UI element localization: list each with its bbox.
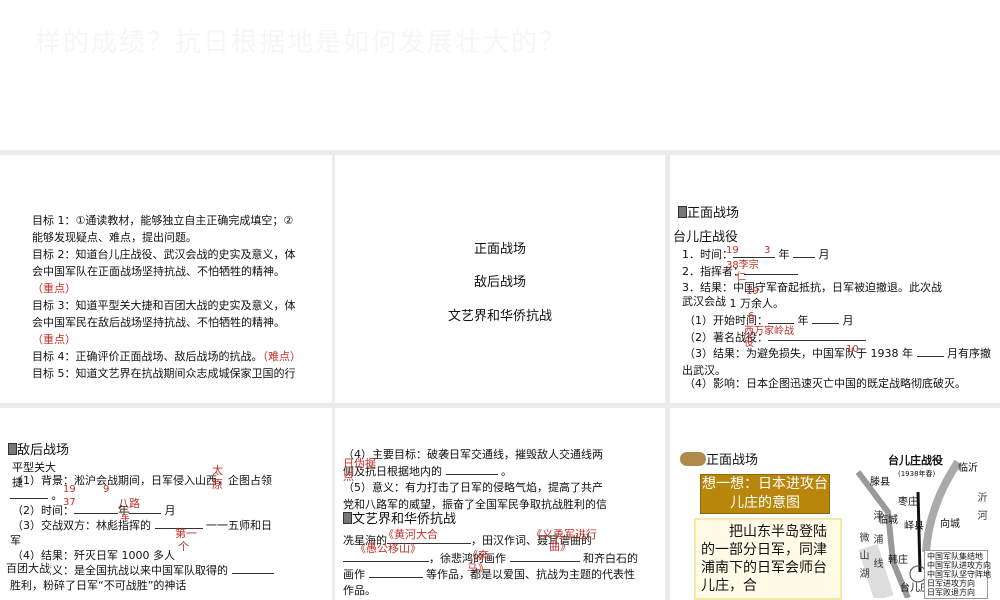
- answer: 个: [178, 540, 189, 553]
- arts-line-4: 作品。: [343, 584, 376, 597]
- map-label-river: 沂河: [975, 492, 986, 528]
- goal-5: 目标 5：知道文艺界在抗战期间众志成城保家卫国的行: [32, 367, 296, 380]
- arts-line-2: ，徐悲鸿的画作 和齐白石的: [343, 550, 638, 567]
- bullet-icon: [343, 512, 352, 524]
- slide-taierzhuang-map[interactable]: 正面战场 想一想：日本进攻台儿庄的意图 把山东半岛登陆的一部分日军，同津浦南下的…: [670, 408, 1000, 600]
- think-box: 想一想：日本进攻台儿庄的意图: [700, 474, 830, 514]
- meaning-line: （5）意义：有力打击了日军的侵略气焰，提高了共产: [343, 481, 603, 494]
- legend-item: 中国军队进攻方向: [927, 561, 991, 570]
- goal-4-text: 目标 4：正确评价正面战场、敌后战场的抗战。: [32, 350, 263, 363]
- wuhan-result: （3）结果：为避免损失，中国军队于 1938 年 月有序撤: [684, 347, 991, 360]
- target-line: （4）主要目标：破袭日军交通线，摧毁敌人交通线两: [343, 448, 603, 461]
- battle-map: 台儿庄战役 (1938年春) 临沂 滕县 枣庄 临城 峄县 向城 韩庄 台儿庄 …: [848, 452, 991, 600]
- battle-title-wuhan: 武汉会战: [682, 293, 726, 310]
- legend-item: 日军败退方向: [927, 588, 975, 597]
- section-heading: 正面战场: [680, 452, 758, 469]
- meaning-line-2: 胜利，粉碎了日军“不可战胜”的神话: [10, 579, 187, 592]
- slide-rear-battlefield[interactable]: 敌后战场 平型关大 捷 （1）背景：淞沪会战期间，日军侵入山西，企图占领 太 原…: [0, 408, 332, 600]
- section-heading: 敌后战场: [8, 442, 69, 459]
- page-title: 样的成绩？抗日根据地是如何发展壮大的？: [35, 28, 568, 58]
- answer: 9: [103, 484, 110, 495]
- heading-text: 正面战场: [687, 206, 740, 221]
- label: 月: [818, 248, 830, 261]
- battle-title-hundred: 百团大战: [6, 560, 50, 577]
- map-label: 向城: [940, 519, 960, 530]
- goal-3-tag: （重点）: [32, 333, 76, 346]
- wuhan-impact: （4）影响：日本企图迅速灭亡中国的既定战略彻底破灭。: [684, 377, 966, 390]
- slide-outline[interactable]: 正面战场 敌后战场 文艺界和华侨抗战: [335, 155, 665, 403]
- map-subtitle: (1938年春): [898, 470, 936, 478]
- label: 年: [778, 248, 790, 261]
- slide-front-battlefield[interactable]: 正面战场 台儿庄战役 1．时间： 年 月 19 3 2．指挥者： 38李宗 仁 …: [670, 155, 1000, 403]
- answer-box: 把山东半岛登陆的一部分日军，同津浦南下的日军会师台儿庄，合: [694, 518, 842, 600]
- sides-line: （3）交战双方：林彪指挥的 一一五师和日: [12, 519, 272, 532]
- answer: 原: [212, 478, 223, 491]
- goal-2-tag: （重点）: [32, 282, 76, 295]
- outline-item-rear[interactable]: 敌后战场: [335, 274, 665, 291]
- map-label: 临沂: [958, 463, 978, 474]
- goal-4-tag: （难点）: [262, 350, 302, 363]
- legend-item: 日军进攻方向: [927, 579, 975, 588]
- goal-2-text: 目标 2：知道台儿庄战役、武汉会战的史实及意义，体会中国军队在正面战场坚持抗战、…: [32, 248, 296, 278]
- map-label: 峄县: [904, 521, 924, 532]
- cloud-ornament-icon: [680, 452, 706, 466]
- goals-list: 目标 1：①通读教材，能够独立自主正确完成填空；②能够发现疑点、难点，提出问题。…: [32, 212, 304, 382]
- title-area: 样的成绩？抗日根据地是如何发展壮大的？: [0, 0, 1000, 150]
- goal-4: 目标 4：正确评价正面战场、敌后战场的抗战。（难点）: [32, 348, 304, 365]
- goal-1: 目标 1：①通读教材，能够独立自主正确完成填空；②能够发现疑点、难点，提出问题。: [32, 214, 294, 244]
- answer: 10: [846, 344, 859, 355]
- map-label: 韩庄: [888, 555, 908, 566]
- map-label: 滕县: [870, 477, 890, 488]
- legend-item: 中国军队坚守阵地: [927, 570, 991, 579]
- outline-item-front[interactable]: 正面战场: [335, 241, 665, 258]
- slide-hundred-regiments[interactable]: （4）主要目标：破袭日军交通线，摧毁敌人交通线两 侧及抗日根据地内的 。 日伪据…: [335, 408, 665, 600]
- bullet-icon: [678, 206, 687, 218]
- goal-3-text: 目标 3：知道平型关大捷和百团大战的史实及意义，体会中国军民在敌后战场坚持抗战、…: [32, 299, 296, 329]
- slide-goals[interactable]: 目标 1：①通读教材，能够独立自主正确完成填空；②能够发现疑点、难点，提出问题。…: [0, 155, 332, 403]
- bullet-icon: [8, 443, 17, 455]
- section-heading: 正面战场: [678, 205, 739, 222]
- map-label: 枣庄: [898, 497, 918, 508]
- legend-item: 中国军队集结地: [927, 552, 983, 561]
- goal-3: 目标 3：知道平型关大捷和百团大战的史实及意义，体会中国军民在敌后战场坚持抗战、…: [32, 297, 304, 348]
- map-legend: 中国军队集结地 中国军队进攻方向 中国军队坚守阵地 日军进攻方向 日军败退方向: [924, 550, 991, 599]
- answer: 3: [764, 245, 771, 256]
- goal-2: 目标 2：知道台儿庄战役、武汉会战的史实及意义，体会中国军队在正面战场坚持抗战、…: [32, 246, 304, 297]
- arts-line-3: 画作 等作品，都是以爱国、抗战为主题的代表性: [343, 568, 635, 581]
- outline-item-arts[interactable]: 文艺界和华侨抗战: [335, 308, 665, 325]
- map-label-railway: 津浦线: [871, 510, 882, 582]
- answer: 19: [746, 286, 759, 297]
